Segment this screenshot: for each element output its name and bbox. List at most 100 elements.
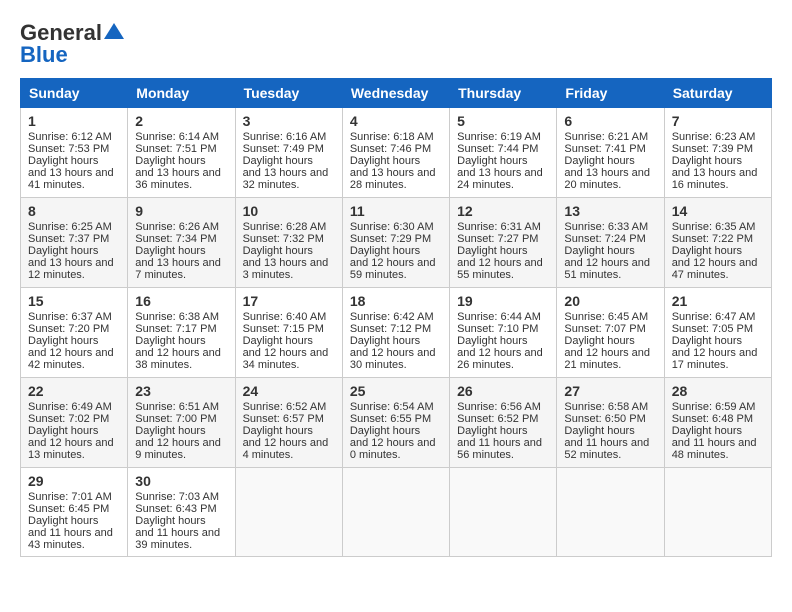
sunset-text: Sunset: 7:53 PM bbox=[28, 143, 120, 155]
table-cell: 13Sunrise: 6:33 AMSunset: 7:24 PMDayligh… bbox=[557, 198, 664, 288]
sunset-text: Sunset: 7:15 PM bbox=[243, 323, 335, 335]
table-cell: 26Sunrise: 6:56 AMSunset: 6:52 PMDayligh… bbox=[450, 378, 557, 468]
daylight-label: Daylight hours bbox=[243, 335, 335, 347]
sunset-text: Sunset: 6:43 PM bbox=[135, 503, 227, 515]
sunset-text: Sunset: 7:22 PM bbox=[672, 233, 764, 245]
daylight-label: Daylight hours bbox=[564, 155, 656, 167]
day-number: 29 bbox=[28, 473, 120, 489]
daylight-value: and 13 hours and 36 minutes. bbox=[135, 167, 227, 191]
logo-blue: Blue bbox=[20, 42, 68, 68]
sunrise-text: Sunrise: 6:12 AM bbox=[28, 131, 120, 143]
table-cell: 27Sunrise: 6:58 AMSunset: 6:50 PMDayligh… bbox=[557, 378, 664, 468]
daylight-label: Daylight hours bbox=[28, 245, 120, 257]
sunrise-text: Sunrise: 6:37 AM bbox=[28, 311, 120, 323]
daylight-label: Daylight hours bbox=[243, 155, 335, 167]
table-cell: 16Sunrise: 6:38 AMSunset: 7:17 PMDayligh… bbox=[128, 288, 235, 378]
table-cell bbox=[664, 468, 771, 557]
daylight-label: Daylight hours bbox=[457, 245, 549, 257]
daylight-label: Daylight hours bbox=[28, 335, 120, 347]
col-friday: Friday bbox=[557, 79, 664, 108]
sunrise-text: Sunrise: 6:51 AM bbox=[135, 401, 227, 413]
table-cell bbox=[235, 468, 342, 557]
day-number: 8 bbox=[28, 203, 120, 219]
daylight-value: and 11 hours and 56 minutes. bbox=[457, 437, 549, 461]
table-cell: 19Sunrise: 6:44 AMSunset: 7:10 PMDayligh… bbox=[450, 288, 557, 378]
day-number: 2 bbox=[135, 113, 227, 129]
daylight-value: and 12 hours and 30 minutes. bbox=[350, 347, 442, 371]
daylight-label: Daylight hours bbox=[564, 425, 656, 437]
sunrise-text: Sunrise: 6:47 AM bbox=[672, 311, 764, 323]
table-cell: 15Sunrise: 6:37 AMSunset: 7:20 PMDayligh… bbox=[21, 288, 128, 378]
daylight-label: Daylight hours bbox=[135, 335, 227, 347]
sunrise-text: Sunrise: 6:30 AM bbox=[350, 221, 442, 233]
daylight-value: and 13 hours and 24 minutes. bbox=[457, 167, 549, 191]
daylight-value: and 12 hours and 0 minutes. bbox=[350, 437, 442, 461]
sunrise-text: Sunrise: 6:25 AM bbox=[28, 221, 120, 233]
sunrise-text: Sunrise: 6:19 AM bbox=[457, 131, 549, 143]
table-cell: 14Sunrise: 6:35 AMSunset: 7:22 PMDayligh… bbox=[664, 198, 771, 288]
day-number: 18 bbox=[350, 293, 442, 309]
daylight-value: and 12 hours and 21 minutes. bbox=[564, 347, 656, 371]
daylight-label: Daylight hours bbox=[350, 335, 442, 347]
day-number: 3 bbox=[243, 113, 335, 129]
logo: General Blue bbox=[20, 20, 124, 68]
sunrise-text: Sunrise: 6:21 AM bbox=[564, 131, 656, 143]
day-number: 16 bbox=[135, 293, 227, 309]
table-cell: 23Sunrise: 6:51 AMSunset: 7:00 PMDayligh… bbox=[128, 378, 235, 468]
sunrise-text: Sunrise: 6:35 AM bbox=[672, 221, 764, 233]
daylight-label: Daylight hours bbox=[135, 245, 227, 257]
daylight-value: and 12 hours and 13 minutes. bbox=[28, 437, 120, 461]
daylight-label: Daylight hours bbox=[135, 155, 227, 167]
day-number: 19 bbox=[457, 293, 549, 309]
daylight-value: and 13 hours and 12 minutes. bbox=[28, 257, 120, 281]
daylight-value: and 13 hours and 41 minutes. bbox=[28, 167, 120, 191]
calendar-table: Sunday Monday Tuesday Wednesday Thursday… bbox=[20, 78, 772, 557]
sunset-text: Sunset: 7:34 PM bbox=[135, 233, 227, 245]
sunset-text: Sunset: 7:27 PM bbox=[457, 233, 549, 245]
daylight-label: Daylight hours bbox=[457, 425, 549, 437]
daylight-value: and 12 hours and 34 minutes. bbox=[243, 347, 335, 371]
table-cell bbox=[342, 468, 449, 557]
sunrise-text: Sunrise: 6:28 AM bbox=[243, 221, 335, 233]
sunrise-text: Sunrise: 6:31 AM bbox=[457, 221, 549, 233]
table-cell: 30Sunrise: 7:03 AMSunset: 6:43 PMDayligh… bbox=[128, 468, 235, 557]
calendar-header-row: Sunday Monday Tuesday Wednesday Thursday… bbox=[21, 79, 772, 108]
daylight-value: and 12 hours and 17 minutes. bbox=[672, 347, 764, 371]
sunrise-text: Sunrise: 7:01 AM bbox=[28, 491, 120, 503]
sunrise-text: Sunrise: 6:23 AM bbox=[672, 131, 764, 143]
daylight-value: and 13 hours and 28 minutes. bbox=[350, 167, 442, 191]
sunset-text: Sunset: 7:44 PM bbox=[457, 143, 549, 155]
daylight-label: Daylight hours bbox=[672, 425, 764, 437]
daylight-label: Daylight hours bbox=[672, 245, 764, 257]
table-cell: 22Sunrise: 6:49 AMSunset: 7:02 PMDayligh… bbox=[21, 378, 128, 468]
daylight-label: Daylight hours bbox=[28, 515, 120, 527]
daylight-value: and 13 hours and 16 minutes. bbox=[672, 167, 764, 191]
sunset-text: Sunset: 7:02 PM bbox=[28, 413, 120, 425]
table-cell bbox=[450, 468, 557, 557]
col-saturday: Saturday bbox=[664, 79, 771, 108]
table-cell: 20Sunrise: 6:45 AMSunset: 7:07 PMDayligh… bbox=[557, 288, 664, 378]
sunrise-text: Sunrise: 6:49 AM bbox=[28, 401, 120, 413]
daylight-value: and 13 hours and 7 minutes. bbox=[135, 257, 227, 281]
table-cell: 2Sunrise: 6:14 AMSunset: 7:51 PMDaylight… bbox=[128, 108, 235, 198]
table-cell: 7Sunrise: 6:23 AMSunset: 7:39 PMDaylight… bbox=[664, 108, 771, 198]
table-cell: 4Sunrise: 6:18 AMSunset: 7:46 PMDaylight… bbox=[342, 108, 449, 198]
sunset-text: Sunset: 6:52 PM bbox=[457, 413, 549, 425]
sunrise-text: Sunrise: 6:59 AM bbox=[672, 401, 764, 413]
table-cell: 5Sunrise: 6:19 AMSunset: 7:44 PMDaylight… bbox=[450, 108, 557, 198]
sunrise-text: Sunrise: 6:52 AM bbox=[243, 401, 335, 413]
table-cell: 24Sunrise: 6:52 AMSunset: 6:57 PMDayligh… bbox=[235, 378, 342, 468]
col-wednesday: Wednesday bbox=[342, 79, 449, 108]
daylight-value: and 12 hours and 4 minutes. bbox=[243, 437, 335, 461]
daylight-value: and 13 hours and 32 minutes. bbox=[243, 167, 335, 191]
daylight-value: and 12 hours and 51 minutes. bbox=[564, 257, 656, 281]
day-number: 27 bbox=[564, 383, 656, 399]
sunrise-text: Sunrise: 6:58 AM bbox=[564, 401, 656, 413]
day-number: 25 bbox=[350, 383, 442, 399]
daylight-label: Daylight hours bbox=[457, 155, 549, 167]
day-number: 10 bbox=[243, 203, 335, 219]
sunset-text: Sunset: 7:46 PM bbox=[350, 143, 442, 155]
day-number: 21 bbox=[672, 293, 764, 309]
sunrise-text: Sunrise: 6:54 AM bbox=[350, 401, 442, 413]
daylight-value: and 11 hours and 48 minutes. bbox=[672, 437, 764, 461]
